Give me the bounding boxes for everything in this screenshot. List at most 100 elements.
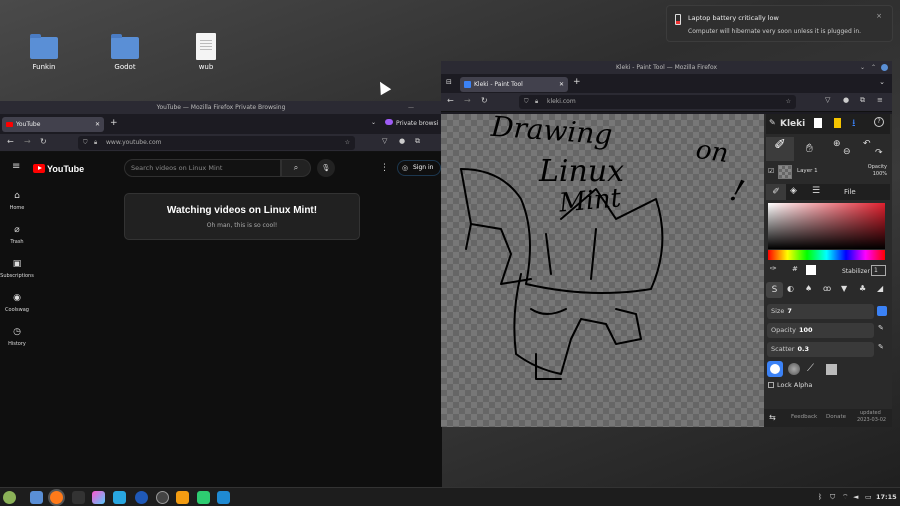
lock-alpha-checkbox[interactable] bbox=[768, 382, 774, 388]
wifi-icon[interactable]: ⌔ bbox=[842, 493, 849, 502]
account-circle-icon[interactable]: ● bbox=[399, 137, 405, 145]
tab-brush[interactable]: ✐ bbox=[766, 184, 786, 200]
hue-slider[interactable] bbox=[768, 250, 885, 260]
tab-youtube[interactable]: YouTube ✕ bbox=[2, 117, 104, 132]
redo-icon[interactable]: ↷ bbox=[875, 148, 883, 158]
tab-file[interactable]: File bbox=[844, 188, 856, 196]
pressure-size-toggle[interactable] bbox=[877, 306, 887, 316]
notification-close-button[interactable]: × bbox=[876, 12, 882, 20]
extensions-icon[interactable]: ⧉ bbox=[860, 96, 865, 105]
url-bar[interactable]: ⛉ 🔒︎ www.youtube.com ☆ bbox=[78, 136, 355, 150]
scatter-slider[interactable]: Scatter 0.3 bbox=[767, 342, 874, 357]
forward-arrow-icon[interactable]: → bbox=[24, 137, 31, 146]
paste-icon[interactable] bbox=[834, 118, 841, 128]
feedback-link[interactable]: Feedback bbox=[791, 414, 817, 420]
headphones-app-icon[interactable] bbox=[197, 491, 210, 504]
software-manager-icon[interactable] bbox=[113, 491, 126, 504]
reload-icon[interactable]: ↻ bbox=[481, 96, 488, 105]
download-icon[interactable]: ⭳ bbox=[852, 116, 856, 133]
bookmark-star-icon[interactable]: ☆ bbox=[786, 95, 791, 109]
window-titlebar[interactable]: Kleki - Paint Tool — Mozilla Firefox ⌄ ⌃ bbox=[441, 61, 892, 74]
sign-in-button[interactable]: ◎ Sign in bbox=[397, 160, 441, 176]
window-close-icon[interactable]: — bbox=[408, 101, 414, 114]
window-titlebar[interactable]: YouTube — Mozilla Firefox Private Browsi… bbox=[0, 101, 442, 114]
firefox-icon[interactable] bbox=[50, 491, 63, 504]
color-picker-gradient[interactable] bbox=[768, 203, 885, 249]
search-button[interactable]: ⌕ bbox=[281, 159, 311, 177]
sidebar-item-home[interactable]: ⌂ Home bbox=[0, 185, 34, 219]
desktop-icon-godot[interactable]: Godot bbox=[100, 34, 150, 71]
shield-tray-icon[interactable]: ⛉ bbox=[830, 493, 835, 502]
square-brush-shape[interactable] bbox=[826, 364, 837, 375]
sidebar-item-coolswag[interactable]: ◉ Coolswag bbox=[0, 287, 34, 321]
chalk-brush-shape[interactable]: ⟋ bbox=[807, 363, 814, 374]
pixel-brush-icon[interactable]: ▼ bbox=[841, 284, 847, 293]
pressure-scatter-icon[interactable]: ✎ bbox=[878, 343, 884, 351]
desktop-icon-wub[interactable]: wub bbox=[181, 33, 231, 71]
zoom-in-icon[interactable]: ⊕ bbox=[833, 139, 841, 149]
files-folder-icon[interactable] bbox=[30, 491, 43, 504]
minimize-icon[interactable]: ⌄ bbox=[860, 61, 865, 74]
tab-close-icon[interactable]: ✕ bbox=[559, 77, 564, 92]
youtube-logo[interactable]: YouTube bbox=[33, 163, 84, 174]
opacity-slider[interactable]: Opacity 100 bbox=[767, 323, 874, 338]
thunderbird-icon[interactable] bbox=[135, 491, 148, 504]
hex-input-icon[interactable]: # bbox=[792, 265, 798, 273]
layer-visibility-checkbox[interactable]: ☑ bbox=[768, 167, 774, 175]
sidebar-item-trash[interactable]: ⌀ Trash bbox=[0, 219, 34, 253]
tab-close-icon[interactable]: ✕ bbox=[95, 117, 100, 132]
pocket-icon[interactable]: ▽ bbox=[825, 96, 830, 104]
new-tab-button[interactable]: + bbox=[110, 118, 118, 128]
menu-icon[interactable]: ≡ bbox=[877, 96, 883, 104]
help-icon[interactable]: ? bbox=[874, 117, 884, 127]
search-input[interactable]: Search videos on Linux Mint bbox=[124, 159, 281, 177]
tab-kleki[interactable]: Kleki - Paint Tool ✕ bbox=[460, 77, 568, 92]
vlc-icon[interactable] bbox=[176, 491, 189, 504]
extensions-icon[interactable]: ⧉ bbox=[415, 137, 420, 146]
bookmark-star-icon[interactable]: ☆ bbox=[345, 136, 350, 150]
krita-icon[interactable] bbox=[92, 491, 105, 504]
url-bar[interactable]: ⛉ 🔒︎ kleki.com ☆ bbox=[519, 95, 796, 109]
forward-arrow-icon[interactable]: → bbox=[464, 96, 471, 105]
voice-search-button[interactable]: 🎙︎ bbox=[317, 159, 335, 177]
volume-icon[interactable]: ◄ bbox=[853, 493, 858, 501]
new-image-icon[interactable] bbox=[814, 118, 822, 128]
sidebar-item-subscriptions[interactable]: ▣ Subscriptions bbox=[0, 253, 34, 287]
battery-icon[interactable]: ▭ bbox=[865, 493, 872, 501]
lasso-icon[interactable]: ꝏ bbox=[823, 284, 831, 293]
tab-list-chevron-icon[interactable]: ⌄ bbox=[879, 78, 885, 86]
eraser-icon[interactable]: ◢ bbox=[877, 284, 883, 293]
undo-icon[interactable]: ↶ bbox=[863, 139, 871, 149]
zoom-out-icon[interactable]: ⊖ bbox=[843, 147, 851, 157]
terminal-icon[interactable] bbox=[72, 491, 85, 504]
hamburger-menu-icon[interactable]: ≡ bbox=[12, 161, 20, 172]
soft-brush-shape[interactable] bbox=[788, 363, 800, 375]
size-slider[interactable]: Size 7 bbox=[767, 304, 874, 319]
sketchy-brush-icon[interactable]: ♠ bbox=[805, 284, 812, 293]
hand-tool-icon[interactable]: ✋︎ bbox=[806, 141, 813, 156]
pen-brush-icon[interactable]: S bbox=[766, 282, 783, 298]
tab-layers[interactable]: ◈ bbox=[790, 186, 797, 196]
brush-tool-button[interactable]: ✐ bbox=[766, 137, 794, 161]
donate-link[interactable]: Donate bbox=[826, 414, 846, 420]
window-close-icon[interactable] bbox=[881, 64, 888, 71]
tab-adjust[interactable]: ☰ bbox=[812, 186, 820, 196]
bluetooth-icon[interactable]: ᛒ bbox=[818, 493, 822, 501]
drawing-canvas[interactable]: Drawing on Linux Mint ! bbox=[441, 110, 764, 427]
desktop-icon-funkin[interactable]: Funkin bbox=[19, 34, 69, 71]
more-options-icon[interactable]: ⋮ bbox=[380, 163, 389, 173]
mint-menu-icon[interactable] bbox=[3, 491, 16, 504]
layer-row[interactable]: ☑ Layer 1 Opacity 100% bbox=[766, 164, 890, 182]
battery-notification[interactable]: Laptop battery critically low Computer w… bbox=[666, 5, 893, 42]
back-arrow-icon[interactable]: ← bbox=[447, 96, 454, 105]
tab-list-chevron-icon[interactable]: ⌄ bbox=[371, 119, 376, 126]
github-icon[interactable] bbox=[156, 491, 169, 504]
stabilizer-select[interactable]: 1 bbox=[871, 265, 886, 276]
vscode-icon[interactable] bbox=[217, 491, 230, 504]
sidebar-item-history[interactable]: ◷ History bbox=[0, 321, 34, 355]
tab-overview-icon[interactable]: ⊟ bbox=[446, 78, 452, 86]
maximize-icon[interactable]: ⌃ bbox=[871, 61, 876, 74]
pocket-icon[interactable]: ▽ bbox=[382, 137, 387, 145]
swap-icon[interactable]: ⇆ bbox=[769, 413, 776, 422]
chemy-brush-icon[interactable]: ♣ bbox=[859, 284, 866, 293]
